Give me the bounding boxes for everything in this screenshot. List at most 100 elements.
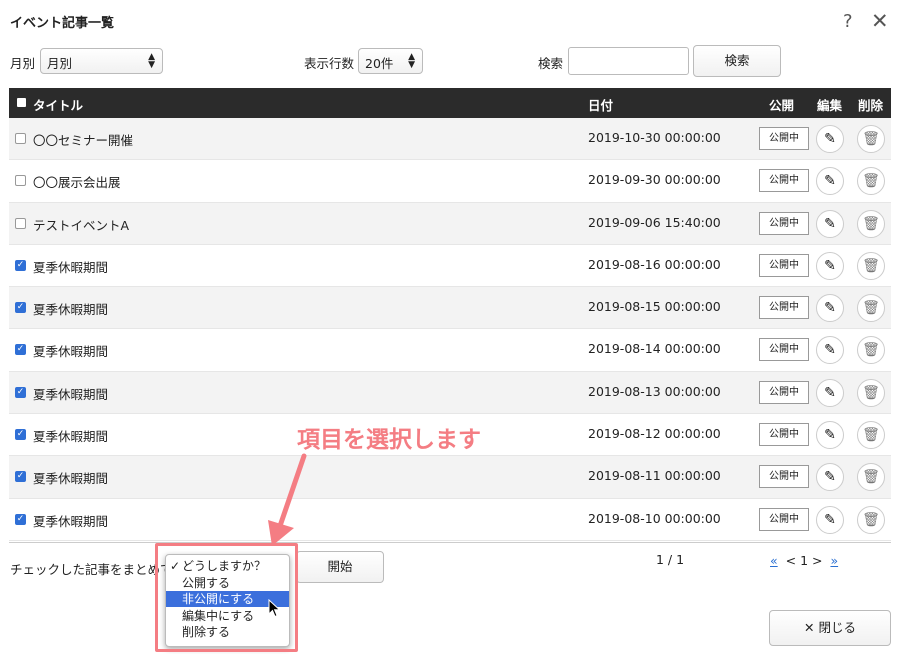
pencil-icon[interactable]: ✎ — [816, 421, 844, 450]
table-row: テストイベントA 2019-09-06 15:40:00 公開中 ✎ 🗑 — [9, 202, 891, 245]
divider — [9, 542, 891, 543]
table-row: 〇〇セミナー開催 2019-10-30 00:00:00 公開中 ✎ 🗑 — [9, 118, 891, 161]
trash-icon[interactable]: 🗑 — [857, 209, 885, 238]
current-page: 1 — [800, 553, 809, 568]
start-button[interactable]: 開始 — [296, 551, 384, 583]
publish-status-button[interactable]: 公開中 — [759, 507, 809, 531]
header-edit: 編集 — [817, 98, 843, 113]
rows-filter-label: 表示行数 — [304, 56, 355, 71]
close-icon[interactable]: ✕ — [871, 9, 889, 33]
header-publish: 公開 — [769, 98, 795, 113]
row-checkbox[interactable]: ✓ — [15, 429, 26, 441]
row-date: 2019-08-10 00:00:00 — [588, 510, 721, 526]
trash-icon[interactable]: 🗑 — [857, 463, 885, 492]
pencil-icon[interactable]: ✎ — [816, 378, 844, 407]
annotation-highlight-box — [155, 543, 298, 652]
row-title[interactable]: 夏季休暇期間 — [33, 426, 108, 445]
row-title[interactable]: 〇〇展示会出展 — [33, 172, 121, 191]
row-checkbox[interactable] — [15, 133, 26, 144]
help-icon[interactable]: ? — [843, 11, 853, 32]
table-row: ✓ 夏季休暇期間 2019-08-11 00:00:00 公開中 ✎ 🗑 — [9, 456, 891, 499]
rows-select[interactable]: 20件 ▲ ▼ — [358, 48, 423, 74]
trash-icon[interactable]: 🗑 — [857, 125, 885, 153]
row-title[interactable]: テストイベントA — [33, 215, 129, 234]
publish-status-button[interactable]: 公開中 — [759, 296, 809, 320]
publish-status-button[interactable]: 公開中 — [759, 338, 809, 362]
row-date: 2019-08-13 00:00:00 — [588, 383, 721, 399]
mouse-cursor-icon — [268, 599, 281, 618]
row-checkbox[interactable]: ✓ — [15, 386, 26, 398]
trash-icon[interactable]: 🗑 — [857, 421, 885, 450]
trash-icon[interactable]: 🗑 — [857, 505, 885, 534]
annotation-arrow — [268, 453, 307, 546]
first-page-link[interactable]: « — [770, 553, 778, 568]
publish-status-button[interactable]: 公開中 — [759, 127, 809, 150]
row-date: 2019-08-14 00:00:00 — [588, 341, 721, 357]
row-checkbox[interactable]: ✓ — [15, 259, 26, 271]
pencil-icon[interactable]: ✎ — [816, 294, 844, 323]
row-date: 2019-08-12 00:00:00 — [588, 426, 721, 442]
header-title: タイトル — [33, 98, 84, 113]
row-checkbox[interactable] — [15, 217, 26, 229]
row-checkbox[interactable]: ✓ — [15, 302, 26, 314]
pencil-icon[interactable]: ✎ — [816, 209, 844, 238]
row-checkbox[interactable]: ✓ — [15, 471, 26, 483]
publish-status-button[interactable]: 公開中 — [759, 380, 809, 404]
close-button[interactable]: ✕ 閉じる — [769, 610, 891, 646]
publish-status-button[interactable]: 公開中 — [759, 169, 809, 193]
next-page-link[interactable]: > — [812, 553, 822, 568]
event-table: タイトル 日付 公開 編集 削除 〇〇セミナー開催 2019-10-30 00:0… — [9, 88, 891, 541]
pencil-icon[interactable]: ✎ — [816, 251, 844, 280]
row-date: 2019-08-15 00:00:00 — [588, 299, 721, 315]
publish-status-button[interactable]: 公開中 — [759, 465, 809, 489]
trash-icon[interactable]: 🗑 — [857, 336, 885, 365]
search-input[interactable] — [568, 47, 689, 75]
publish-status-button[interactable]: 公開中 — [759, 253, 809, 277]
row-title[interactable]: 夏季休暇期間 — [33, 257, 108, 276]
row-date: 2019-09-06 15:40:00 — [588, 214, 721, 230]
row-checkbox[interactable]: ✓ — [15, 344, 26, 356]
pager: « < 1 > » — [770, 553, 838, 568]
row-checkbox[interactable] — [15, 175, 26, 187]
last-page-link[interactable]: » — [830, 553, 838, 568]
header-delete: 削除 — [858, 98, 884, 113]
pencil-icon[interactable]: ✎ — [816, 336, 844, 365]
trash-icon[interactable]: 🗑 — [857, 378, 885, 407]
rows-select-value: 20件 — [365, 56, 394, 71]
row-date: 2019-10-30 00:00:00 — [588, 130, 721, 145]
row-title[interactable]: 夏季休暇期間 — [33, 341, 108, 360]
trash-icon[interactable]: 🗑 — [857, 294, 885, 323]
pencil-icon[interactable]: ✎ — [816, 463, 844, 492]
row-checkbox[interactable]: ✓ — [15, 513, 26, 525]
month-select[interactable]: 月別 ▲ ▼ — [40, 48, 163, 74]
table-row: ✓ 夏季休暇期間 2019-08-13 00:00:00 公開中 ✎ 🗑 — [9, 371, 891, 415]
row-title[interactable]: 夏季休暇期間 — [33, 299, 108, 318]
pencil-icon[interactable]: ✎ — [816, 167, 844, 196]
pencil-icon[interactable]: ✎ — [816, 505, 844, 534]
table-row: ✓ 夏季休暇期間 2019-08-16 00:00:00 公開中 ✎ 🗑 — [9, 245, 891, 288]
row-date: 2019-08-16 00:00:00 — [588, 256, 721, 272]
select-all-checkbox[interactable] — [17, 98, 26, 107]
row-title[interactable]: 夏季休暇期間 — [33, 384, 108, 403]
prev-page-link[interactable]: < — [786, 553, 796, 568]
table-row: ✓ 夏季休暇期間 2019-08-10 00:00:00 公開中 ✎ 🗑 — [9, 499, 891, 541]
select-arrows-icon: ▲ ▼ — [148, 52, 155, 70]
bulk-action-label: チェックした記事をまとめて — [10, 562, 173, 577]
table-row: ✓ 夏季休暇期間 2019-08-14 00:00:00 公開中 ✎ 🗑 — [9, 329, 891, 372]
table-row: ✓ 夏季休暇期間 2019-08-15 00:00:00 公開中 ✎ 🗑 — [9, 287, 891, 330]
annotation-text: 項目を選択します — [297, 427, 481, 453]
row-title[interactable]: 〇〇セミナー開催 — [33, 130, 133, 149]
month-select-value: 月別 — [47, 56, 73, 71]
trash-icon[interactable]: 🗑 — [857, 167, 885, 196]
header-date: 日付 — [588, 98, 614, 113]
publish-status-button[interactable]: 公開中 — [759, 211, 809, 235]
pencil-icon[interactable]: ✎ — [816, 125, 844, 153]
table-header: タイトル 日付 公開 編集 削除 — [9, 88, 891, 118]
table-row: 〇〇展示会出展 2019-09-30 00:00:00 公開中 ✎ 🗑 — [9, 160, 891, 203]
publish-status-button[interactable]: 公開中 — [759, 423, 809, 447]
row-title[interactable]: 夏季休暇期間 — [33, 511, 108, 530]
search-button[interactable]: 検索 — [693, 45, 781, 77]
page-info: 1 / 1 — [656, 552, 685, 567]
row-title[interactable]: 夏季休暇期間 — [33, 468, 108, 487]
trash-icon[interactable]: 🗑 — [857, 251, 885, 280]
